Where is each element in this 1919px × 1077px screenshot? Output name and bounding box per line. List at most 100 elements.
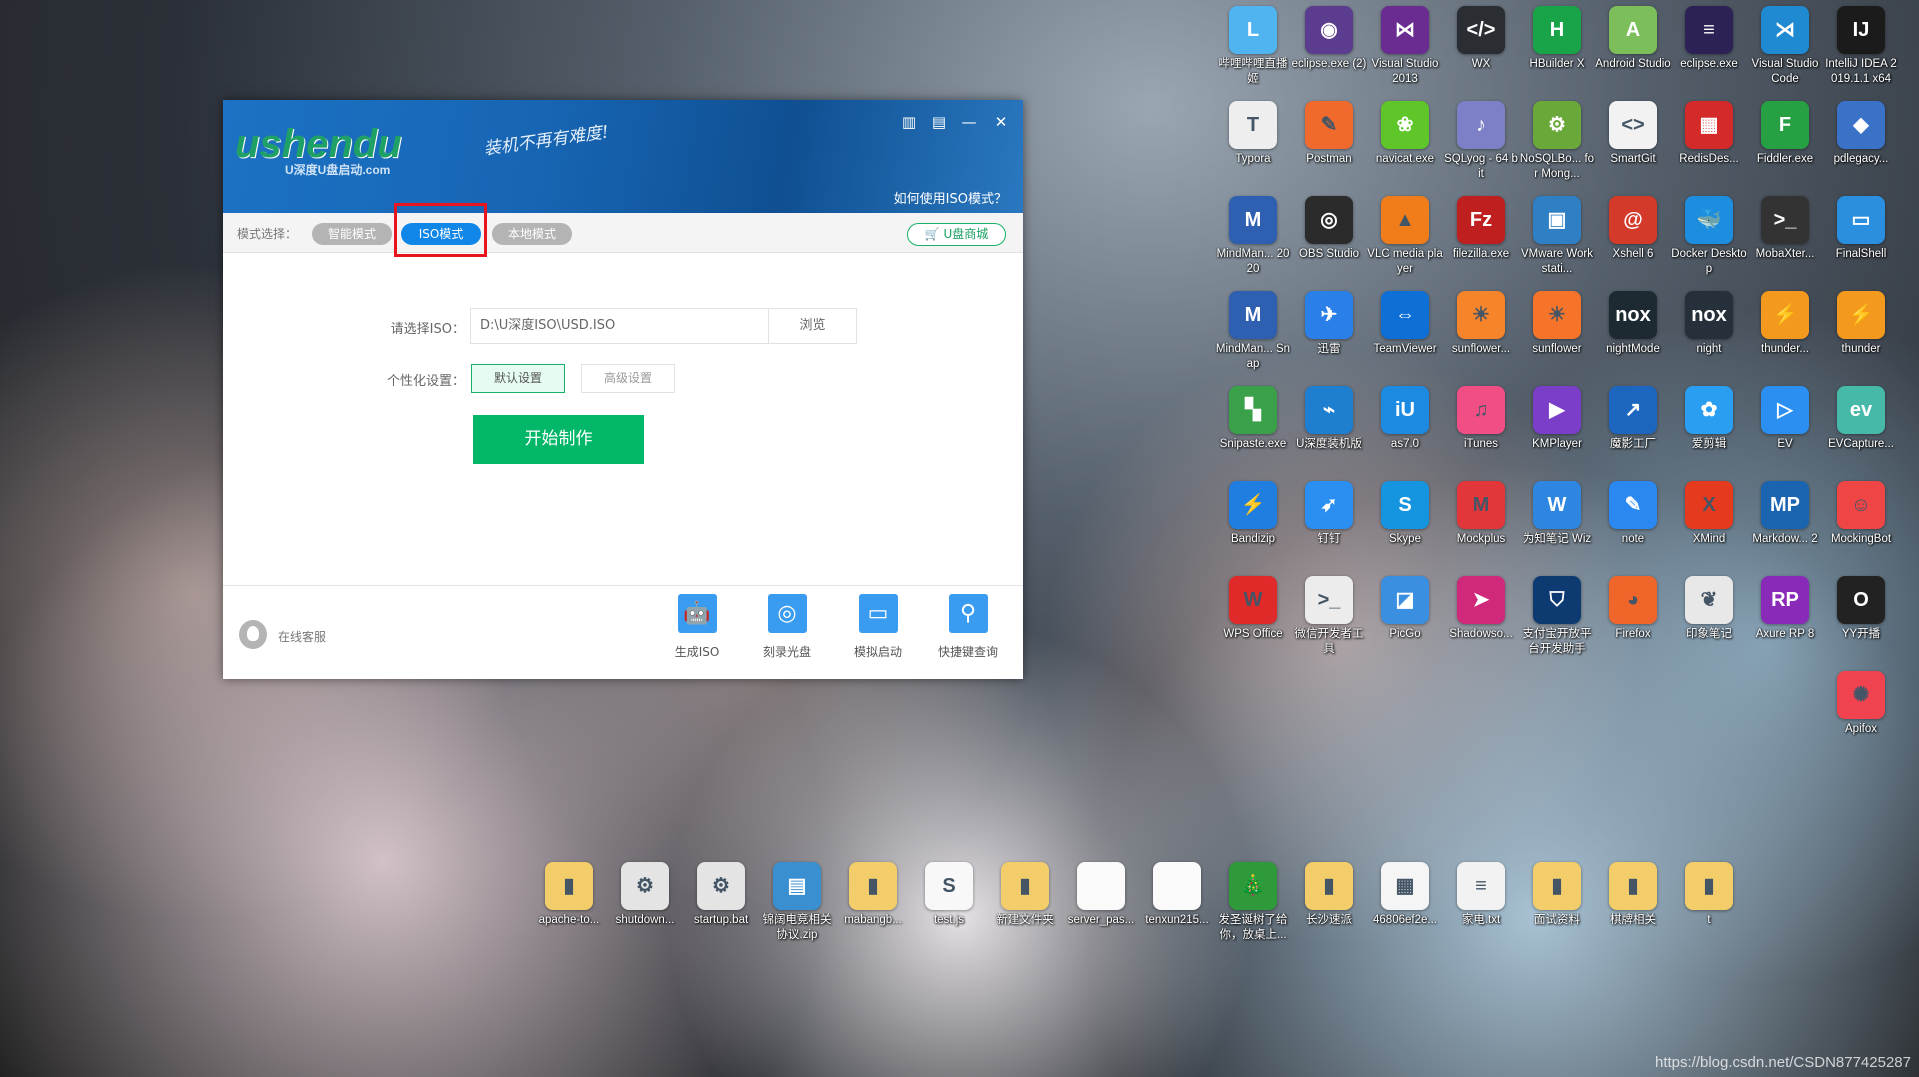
desktop-icon[interactable]: ◪ PicGo xyxy=(1367,576,1443,642)
desktop-icon[interactable]: ▤ 锦阔电竞相关协议.zip xyxy=(759,862,835,943)
desktop-icon[interactable]: ✿ 爱剪辑 xyxy=(1671,386,1747,452)
advanced-settings-button[interactable]: 高级设置 xyxy=(581,364,675,393)
iso-path-input[interactable]: D:\U深度ISO\USD.ISO xyxy=(470,308,769,344)
hotkey-query-button[interactable]: ⚲ 快捷键查询 xyxy=(928,594,1008,660)
desktop-icon[interactable]: ▮ t xyxy=(1671,862,1747,928)
desktop-icon[interactable]: ev EVCapture... xyxy=(1823,386,1899,452)
desktop-icon[interactable]: >_ 微信开发者工具 xyxy=(1291,576,1367,657)
desktop-icon[interactable]: ⋈ Visual Studio 2013 xyxy=(1367,6,1443,87)
window-header[interactable]: ushendu U深度U盘启动.com 装机不再有难度! ▥ ▤ — ✕ 如何使用… xyxy=(223,100,1023,213)
desktop-icon[interactable]: ≡ 家电.txt xyxy=(1443,862,1519,928)
desktop-icon[interactable]: ➤ Shadowso... xyxy=(1443,576,1519,642)
close-icon[interactable]: ✕ xyxy=(991,112,1011,132)
desktop-icon[interactable]: tenxun215... xyxy=(1139,862,1215,928)
desktop-icon[interactable]: ✺ Apifox xyxy=(1823,671,1899,737)
desktop-icon[interactable]: ⚙ NoSQLBo... for Mong... xyxy=(1519,101,1595,182)
desktop-icon[interactable]: ⚡ thunder xyxy=(1823,291,1899,357)
desktop-icon[interactable]: ↗ 魔影工厂 xyxy=(1595,386,1671,452)
desktop-icon[interactable]: M MindMan... Snap xyxy=(1215,291,1291,372)
desktop-icon[interactable]: F Fiddler.exe xyxy=(1747,101,1823,167)
desktop-icon[interactable]: IJ IntelliJ IDEA 2019.1.1 x64 xyxy=(1823,6,1899,87)
desktop-icon[interactable]: ♫ iTunes xyxy=(1443,386,1519,452)
desktop-icon[interactable]: W 为知笔记 Wiz xyxy=(1519,481,1595,547)
desktop-icon[interactable]: <> SmartGit xyxy=(1595,101,1671,167)
desktop-icon[interactable]: ⚙ shutdown... xyxy=(607,862,683,928)
desktop-icon[interactable]: ◉ eclipse.exe (2) xyxy=(1291,6,1367,72)
desktop-icon[interactable]: ❦ 印象笔记 xyxy=(1671,576,1747,642)
desktop-icon[interactable]: ✈ 迅雷 xyxy=(1291,291,1367,357)
desktop-icon[interactable]: iU as7.0 xyxy=(1367,386,1443,452)
desktop-icon[interactable]: H HBuilder X xyxy=(1519,6,1595,72)
online-service-link[interactable]: 在线客服 xyxy=(278,628,326,645)
shop-button[interactable]: 🛒 U盘商城 xyxy=(907,223,1006,246)
desktop-icon[interactable]: ⚡ thunder... xyxy=(1747,291,1823,357)
desktop-icon[interactable]: ≡ eclipse.exe xyxy=(1671,6,1747,72)
desktop-icon[interactable]: ▭ FinalShell xyxy=(1823,196,1899,262)
minimize-icon[interactable]: — xyxy=(959,112,979,132)
smart-mode-button[interactable]: 智能模式 xyxy=(312,223,392,245)
desktop-icon[interactable]: ▮ 棋牌相关 xyxy=(1595,862,1671,928)
desktop-icon[interactable]: ▦ RedisDes... xyxy=(1671,101,1747,167)
desktop-icon[interactable]: ➶ 钉钉 xyxy=(1291,481,1367,547)
desktop-icon[interactable]: ▦ 46806ef2e... xyxy=(1367,862,1443,928)
desktop-icon[interactable]: S Skype xyxy=(1367,481,1443,547)
desktop-icon[interactable]: Stest.js xyxy=(911,862,987,928)
desktop-icon[interactable]: ☀ sunflower... xyxy=(1443,291,1519,357)
desktop-icon[interactable]: ◆ pdlegacy... xyxy=(1823,101,1899,167)
desktop-icon[interactable]: ⇔ TeamViewer xyxy=(1367,291,1443,357)
desktop-icon[interactable]: X XMind xyxy=(1671,481,1747,547)
desktop-icon[interactable]: 🎄 发圣诞树了给你，放桌上... xyxy=(1215,862,1291,943)
desktop-icon[interactable]: ⋊ Visual Studio Code xyxy=(1747,6,1823,87)
book-icon[interactable]: ▥ xyxy=(899,112,919,132)
desktop-icon[interactable]: ◕ Firefox xyxy=(1595,576,1671,642)
desktop-icon[interactable]: ⚙ startup.bat xyxy=(683,862,759,928)
make-iso-button[interactable]: 🤖 生成ISO xyxy=(657,594,737,660)
desktop-icon[interactable]: 🐳 Docker Desktop xyxy=(1671,196,1747,277)
desktop-icon[interactable]: M MindMan... 2020 xyxy=(1215,196,1291,277)
desktop-icon[interactable]: ✎ note xyxy=(1595,481,1671,547)
desktop-icon[interactable]: nox nightMode xyxy=(1595,291,1671,357)
desktop-icon[interactable]: ▚ Snipaste.exe xyxy=(1215,386,1291,452)
desktop-icon[interactable]: ▮ 新建文件夹 xyxy=(987,862,1063,928)
desktop-icon[interactable]: Fz filezilla.exe xyxy=(1443,196,1519,262)
desktop-icon[interactable]: ⚡ Bandizip xyxy=(1215,481,1291,547)
desktop-icon[interactable]: T Typora xyxy=(1215,101,1291,167)
desktop-icon[interactable]: ▮ apache-to... xyxy=(531,862,607,928)
desktop-icon[interactable]: ⛉ 支付宝开放平台开发助手 xyxy=(1519,576,1595,657)
burn-disc-button[interactable]: ◎ 刻录光盘 xyxy=(747,594,827,660)
desktop-icon[interactable]: ◎ OBS Studio xyxy=(1291,196,1367,262)
qq-icon[interactable] xyxy=(239,620,267,649)
desktop-icon[interactable]: ❀ navicat.exe xyxy=(1367,101,1443,167)
desktop-icon[interactable]: ▮ mabangb... xyxy=(835,862,911,928)
desktop-icon[interactable]: RP Axure RP 8 xyxy=(1747,576,1823,642)
start-button[interactable]: 开始制作 xyxy=(473,415,644,464)
desktop-icon[interactable]: ♪ SQLyog - 64 bit xyxy=(1443,101,1519,182)
desktop-icon[interactable]: nox night xyxy=(1671,291,1747,357)
default-settings-button[interactable]: 默认设置 xyxy=(471,364,565,393)
desktop-icon[interactable]: L 哔哩哔哩直播姬 xyxy=(1215,6,1291,87)
desktop-icon[interactable]: W WPS Office xyxy=(1215,576,1291,642)
desktop-icon[interactable]: server_pas... xyxy=(1063,862,1139,928)
desktop-icon[interactable]: ✎ Postman xyxy=(1291,101,1367,167)
desktop-icon[interactable]: O YY开播 xyxy=(1823,576,1899,642)
desktop-icon[interactable]: ▮ 长沙速派 xyxy=(1291,862,1367,928)
desktop-icon[interactable]: MP Markdow... 2 xyxy=(1747,481,1823,547)
desktop-icon[interactable]: M Mockplus xyxy=(1443,481,1519,547)
browse-button[interactable]: 浏览 xyxy=(769,308,857,344)
desktop-icon[interactable]: ☀ sunflower xyxy=(1519,291,1595,357)
desktop-icon[interactable]: >_ MobaXter... xyxy=(1747,196,1823,262)
simulate-boot-button[interactable]: ▭ 模拟启动 xyxy=(838,594,918,660)
iso-help-link[interactable]: 如何使用ISO模式？ xyxy=(894,188,1007,207)
desktop-icon[interactable]: </> WX xyxy=(1443,6,1519,72)
desktop-icon[interactable]: A Android Studio xyxy=(1595,6,1671,72)
desktop-icon[interactable]: ⌁ U深度装机版 xyxy=(1291,386,1367,452)
desktop-icon[interactable]: ▣ VMware Workstati... xyxy=(1519,196,1595,277)
desktop-icon[interactable]: ▲ VLC media player xyxy=(1367,196,1443,277)
desktop-icon[interactable]: ☺ MockingBot xyxy=(1823,481,1899,547)
desktop-icon[interactable]: ▶ KMPlayer xyxy=(1519,386,1595,452)
feedback-icon[interactable]: ▤ xyxy=(929,112,949,132)
desktop-icon[interactable]: @ Xshell 6 xyxy=(1595,196,1671,262)
desktop-icon[interactable]: ▮ 面试资料 xyxy=(1519,862,1595,928)
desktop-icon[interactable]: ▷ EV xyxy=(1747,386,1823,452)
local-mode-button[interactable]: 本地模式 xyxy=(492,223,572,245)
